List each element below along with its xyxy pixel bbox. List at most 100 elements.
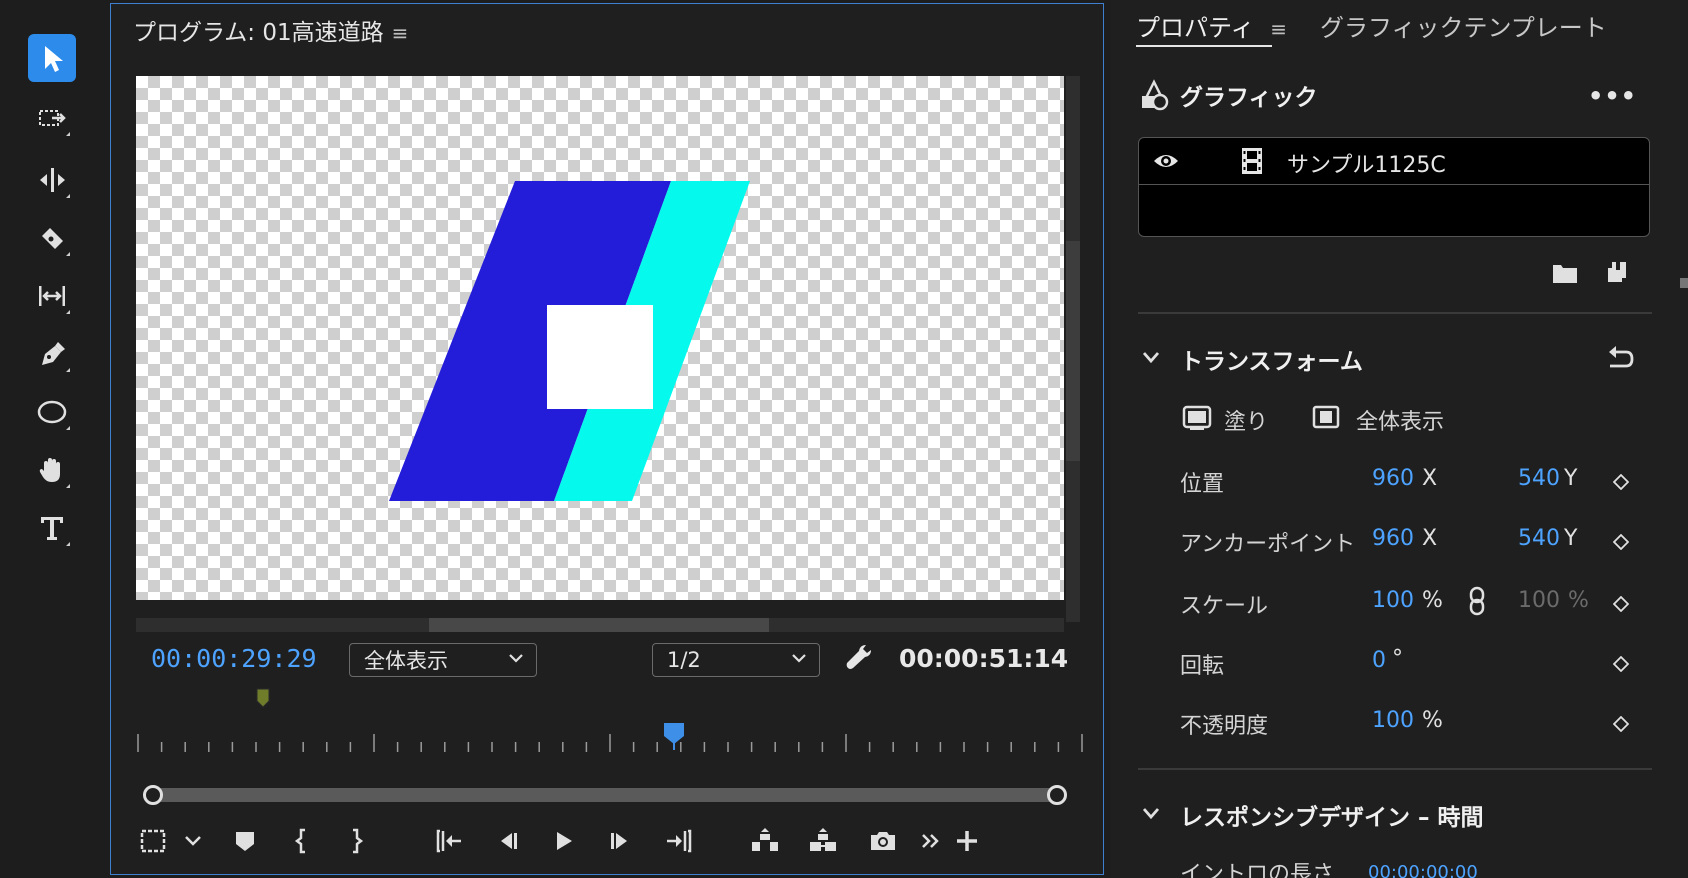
wrench-icon[interactable]: [843, 642, 875, 674]
video-preview[interactable]: [136, 76, 1064, 600]
settings-chevron-button[interactable]: [175, 823, 211, 859]
zoom-scroll-bar[interactable]: [143, 785, 1067, 805]
panel-edge-handle[interactable]: [1680, 278, 1688, 288]
ellipse-tool[interactable]: [28, 388, 76, 436]
play-icon: [557, 832, 572, 850]
zoom-start-handle[interactable]: [143, 785, 163, 805]
transform-section-title: トランスフォーム: [1180, 349, 1363, 375]
intro-length-value[interactable]: 00:00:00:00: [1368, 862, 1478, 878]
play-button[interactable]: [545, 823, 581, 859]
layer-row[interactable]: サンプル1125C: [1139, 138, 1649, 185]
more-options-icon[interactable]: •••: [1588, 82, 1637, 110]
go-to-out-button[interactable]: [661, 823, 697, 859]
current-timecode[interactable]: 00:00:29:29: [151, 644, 317, 673]
graphic-shapes-icon: [1142, 79, 1169, 111]
duration-timecode: 00:00:51:14: [899, 644, 1069, 673]
lift-button[interactable]: [747, 823, 783, 859]
safe-margins-button[interactable]: [135, 823, 171, 859]
go-to-out-icon: [667, 829, 692, 853]
go-to-in-icon: [436, 829, 461, 853]
fit-frame-icon[interactable]: [1312, 404, 1340, 430]
position-x-value[interactable]: 960: [1372, 466, 1414, 491]
ripple-edit-tool[interactable]: [28, 156, 76, 204]
eye-icon[interactable]: [1153, 150, 1179, 172]
slip-icon: [39, 286, 65, 306]
rotation-value[interactable]: 0: [1372, 648, 1386, 673]
scrollbar-thumb[interactable]: [429, 618, 769, 632]
extract-button[interactable]: [805, 823, 841, 859]
slip-tool[interactable]: [28, 272, 76, 320]
playhead[interactable]: [663, 722, 685, 750]
scale-value[interactable]: 100: [1372, 588, 1414, 613]
folder-icon[interactable]: [1552, 262, 1578, 284]
keyframe-diamond-icon[interactable]: [1613, 716, 1629, 732]
step-forward-button[interactable]: [603, 823, 639, 859]
camera-icon: [871, 832, 895, 850]
razor-tool[interactable]: [28, 214, 76, 262]
fill-label[interactable]: 塗り: [1224, 404, 1268, 436]
tab-properties[interactable]: プロパティ ≡: [1136, 8, 1287, 43]
tab-graphic-templates[interactable]: グラフィックテンプレート: [1320, 8, 1607, 43]
marker-icon[interactable]: [256, 688, 270, 708]
export-frame-button[interactable]: [865, 823, 901, 859]
scale-height-value: 100: [1518, 588, 1560, 613]
chevron-down-icon: [509, 654, 523, 663]
razor-icon: [42, 228, 63, 249]
safe-margins-icon: [140, 829, 166, 853]
logo-center-hole: [547, 305, 653, 409]
fill-frame-icon[interactable]: [1182, 402, 1212, 432]
resolution-select[interactable]: 1/2: [652, 643, 820, 677]
time-ruler[interactable]: [136, 724, 1086, 754]
keyframe-diamond-icon[interactable]: [1613, 656, 1629, 672]
premiere-window: プログラム: 01高速道路 ≡ 00:00:29:29 全体表示 1/2 00:0…: [0, 0, 1688, 878]
panel-menu-icon[interactable]: ≡: [1270, 17, 1287, 41]
opacity-value[interactable]: 100: [1372, 708, 1414, 733]
selection-tool[interactable]: [28, 34, 76, 82]
graphic-logo: [389, 181, 750, 501]
chevron-down-icon[interactable]: [1140, 346, 1162, 368]
transport-controls: [111, 819, 1105, 863]
scale-height-unit: %: [1568, 588, 1589, 613]
anchor-x-value[interactable]: 960: [1372, 526, 1414, 551]
reset-icon[interactable]: [1604, 342, 1636, 372]
anchor-y-value[interactable]: 540: [1518, 526, 1560, 551]
monitor-title[interactable]: プログラム: 01高速道路 ≡: [133, 13, 408, 47]
hand-tool[interactable]: [28, 446, 76, 494]
layer-name: サンプル1125C: [1287, 153, 1446, 178]
pen-tool[interactable]: [28, 330, 76, 378]
scrollbar-thumb[interactable]: [1066, 241, 1080, 461]
position-y-unit: Y: [1564, 466, 1578, 491]
monitor-title-text: プログラム: 01高速道路: [133, 20, 384, 46]
position-y-value[interactable]: 540: [1518, 466, 1560, 491]
pen-icon: [42, 342, 65, 365]
add-button[interactable]: [949, 823, 985, 859]
zoom-end-handle[interactable]: [1047, 785, 1067, 805]
track-select-tool[interactable]: [28, 94, 76, 142]
panel-menu-icon[interactable]: ≡: [392, 21, 409, 45]
graphic-section-title: グラフィック: [1180, 85, 1318, 111]
mark-in-button[interactable]: [283, 823, 319, 859]
link-icon[interactable]: [1468, 586, 1486, 616]
tools-panel: [0, 0, 100, 878]
zoom-level-select[interactable]: 全体表示: [349, 643, 537, 677]
fit-label[interactable]: 全体表示: [1356, 404, 1444, 436]
keyframe-diamond-icon[interactable]: [1613, 596, 1629, 612]
type-tool[interactable]: [28, 504, 76, 552]
program-monitor: プログラム: 01高速道路 ≡ 00:00:29:29 全体表示 1/2 00:0…: [110, 3, 1104, 875]
new-layer-icon[interactable]: [1606, 260, 1628, 284]
step-back-button[interactable]: [489, 823, 525, 859]
keyframe-diamond-icon[interactable]: [1613, 534, 1629, 550]
scale-unit: %: [1422, 588, 1443, 613]
add-marker-button[interactable]: [227, 823, 263, 859]
more-controls-button[interactable]: [913, 823, 949, 859]
go-to-in-button[interactable]: [431, 823, 467, 859]
graphic-layers-list: サンプル1125C: [1138, 137, 1650, 237]
section-divider: [1138, 768, 1652, 770]
chevron-down-icon: [792, 654, 806, 663]
chevron-down-icon[interactable]: [1140, 802, 1162, 824]
mark-out-button[interactable]: [339, 823, 375, 859]
video-clip-icon: [1242, 148, 1262, 174]
preview-vertical-scrollbar[interactable]: [1066, 76, 1080, 622]
preview-horizontal-scrollbar[interactable]: [136, 618, 1064, 632]
keyframe-diamond-icon[interactable]: [1613, 474, 1629, 490]
